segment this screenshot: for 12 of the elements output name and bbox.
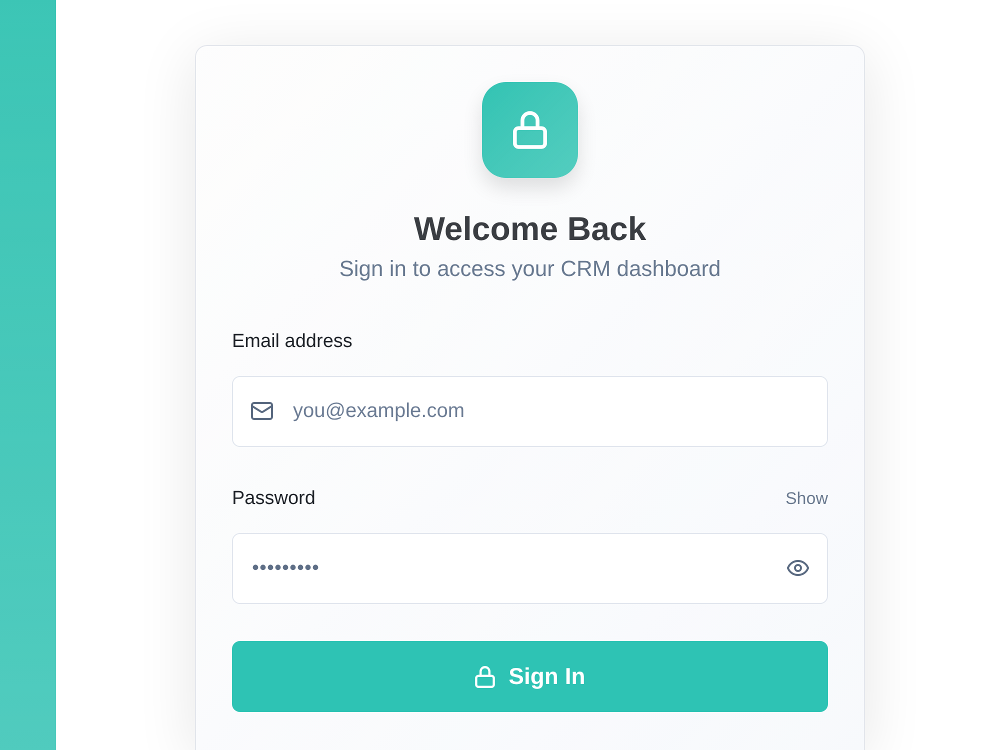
welcome-subtitle: Sign in to access your CRM dashboard (339, 255, 721, 283)
mail-icon (251, 402, 273, 420)
sign-in-button[interactable]: Sign In (232, 641, 828, 712)
field-label: Email address (232, 330, 352, 354)
email-field[interactable]: you@example.com (232, 376, 828, 447)
eye-icon[interactable] (787, 560, 809, 576)
lock-icon (482, 82, 578, 178)
show-password-link[interactable]: Show (785, 488, 828, 510)
field-label: Password (232, 487, 316, 511)
lock-icon (474, 666, 495, 688)
password-field[interactable]: ••••••••• (232, 533, 828, 604)
welcome-title: Welcome Back (414, 209, 646, 249)
